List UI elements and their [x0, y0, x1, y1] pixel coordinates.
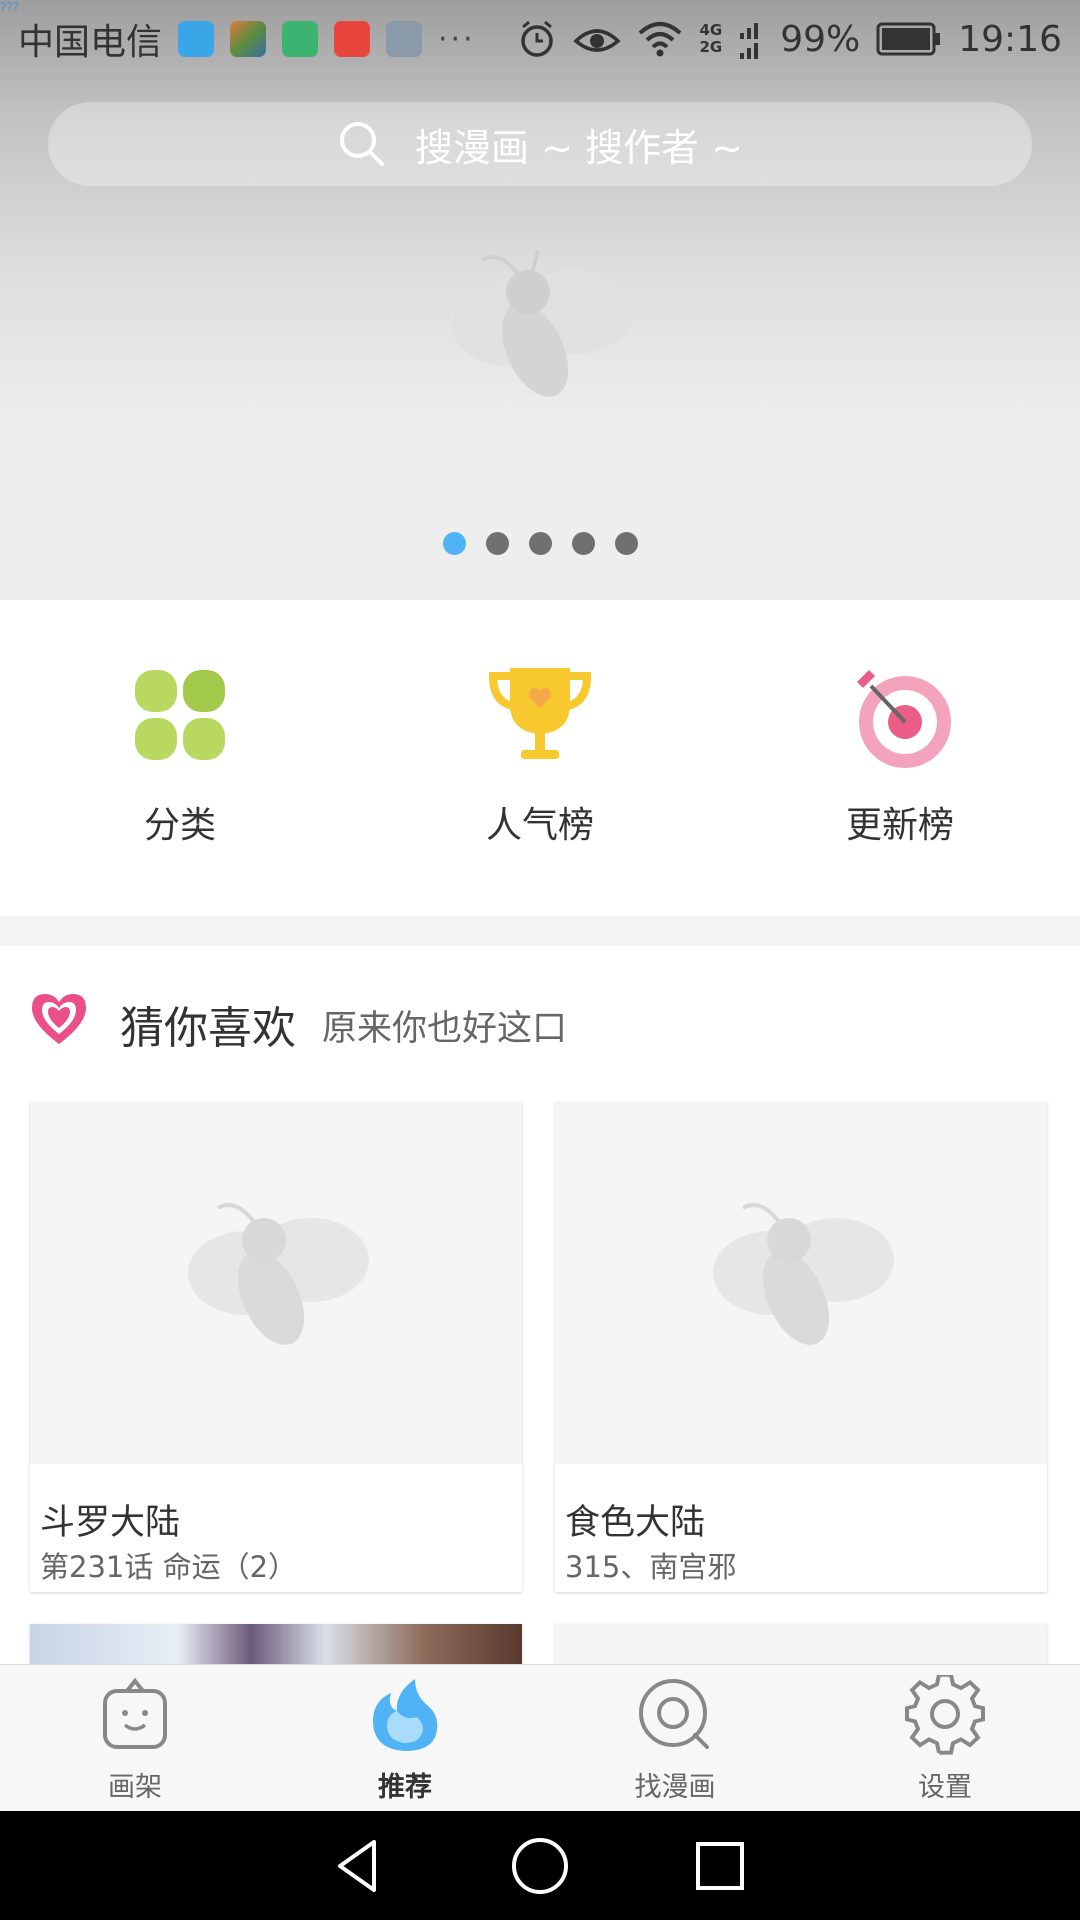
network-type-bottom: 2G [699, 38, 723, 56]
photo-collage-app-icon [230, 21, 267, 57]
search-icon [340, 122, 385, 166]
trophy-icon [488, 668, 592, 759]
easel-icon [103, 1677, 167, 1749]
system-navigation-bar [0, 1811, 1080, 1920]
comic-latest-chapter: 第231话 命运（2） [40, 1550, 298, 1584]
comic-card[interactable]: 斗罗大陆 第231话 命运（2） [30, 1102, 522, 1592]
popular-rank-label: 人气榜 [485, 805, 594, 846]
comic-cover [555, 1102, 1047, 1464]
tiny-indicator: ??? [0, 0, 20, 14]
nav-find-comics-label: 找漫画 [634, 1772, 716, 1803]
nav-recommend-label: 推荐 [378, 1772, 432, 1803]
pager-dot-active[interactable] [442, 532, 466, 555]
target-icon [857, 670, 951, 768]
section-subtitle: 原来你也好这口 [322, 1009, 568, 1049]
battery-icon [876, 22, 941, 56]
category-label: 分类 [143, 805, 216, 846]
update-rank-entry[interactable]: 更新榜 [800, 660, 1000, 848]
back-icon[interactable] [330, 1836, 390, 1896]
recommend-flame-icon [373, 1679, 438, 1751]
bee-placeholder-icon [188, 1203, 369, 1345]
ezui-app-icon [178, 21, 215, 57]
popular-rank-entry[interactable]: 人气榜 [440, 660, 640, 848]
search-placeholder: 搜漫画 ~ 搜作者 ~ [415, 125, 743, 170]
nav-settings-label: 设置 [918, 1772, 972, 1803]
alarm-icon [521, 20, 554, 57]
nav-find-comics[interactable]: 找漫画 [540, 1665, 810, 1812]
huawei-app-icon [334, 21, 371, 57]
comic-latest-chapter: 315、南宫邪 [565, 1550, 737, 1584]
signal-icon [740, 23, 759, 59]
heart-icon [32, 994, 86, 1044]
section-title: 猜你喜欢 [120, 1003, 296, 1054]
gallery-app-icon [386, 21, 423, 57]
section-divider [0, 916, 1080, 946]
quick-entries: 分类 人气榜 更新榜 [0, 600, 1080, 916]
guess-you-like-header: 猜你喜欢 原来你也好这口 [0, 980, 1080, 1070]
pager-dot[interactable] [485, 532, 509, 555]
network-type: 4G 2G [699, 22, 722, 56]
find-comics-icon [639, 1679, 709, 1749]
more-notifications-icon: ··· [438, 21, 476, 57]
pager-dot[interactable] [528, 532, 552, 555]
network-type-top: 4G [699, 21, 723, 39]
category-entry[interactable]: 分类 [80, 660, 280, 848]
comic-card[interactable]: 食色大陆 315、南宫邪 [555, 1102, 1047, 1592]
comic-cover [30, 1102, 522, 1464]
pager-dot[interactable] [614, 532, 638, 555]
status-bar: ??? 中国电信 ··· 4G 2G 99% 19:16 [0, 0, 1080, 78]
update-rank-label: 更新榜 [845, 805, 954, 846]
wifi-icon [639, 22, 682, 57]
carrier-name: 中国电信 [18, 22, 163, 63]
comic-title: 食色大陆 [565, 1503, 706, 1543]
bee-placeholder-icon [713, 1203, 894, 1345]
nav-recommend[interactable]: 推荐 [270, 1665, 540, 1812]
bottom-navigation: 画架 推荐 找漫画 设置 [0, 1664, 1080, 1812]
nav-easel-label: 画架 [108, 1772, 162, 1803]
wechat-app-icon [282, 21, 319, 57]
nav-settings[interactable]: 设置 [810, 1665, 1080, 1812]
eye-comfort-icon [573, 29, 622, 52]
clock: 19:16 [958, 18, 1062, 60]
pager-dot[interactable] [571, 532, 595, 555]
recent-apps-icon[interactable] [690, 1836, 750, 1896]
battery-percent: 99% [780, 18, 861, 60]
comic-title: 斗罗大陆 [40, 1503, 181, 1543]
bee-placeholder-icon [452, 250, 633, 397]
search-bar[interactable]: 搜漫画 ~ 搜作者 ~ [48, 102, 1032, 186]
nav-easel[interactable]: 画架 [0, 1665, 270, 1812]
settings-gear-icon [905, 1672, 985, 1755]
home-icon[interactable] [510, 1836, 570, 1896]
banner-carousel[interactable]: 搜漫画 ~ 搜作者 ~ [0, 0, 1080, 600]
category-icon [135, 670, 225, 760]
banner-pager [0, 532, 1080, 555]
